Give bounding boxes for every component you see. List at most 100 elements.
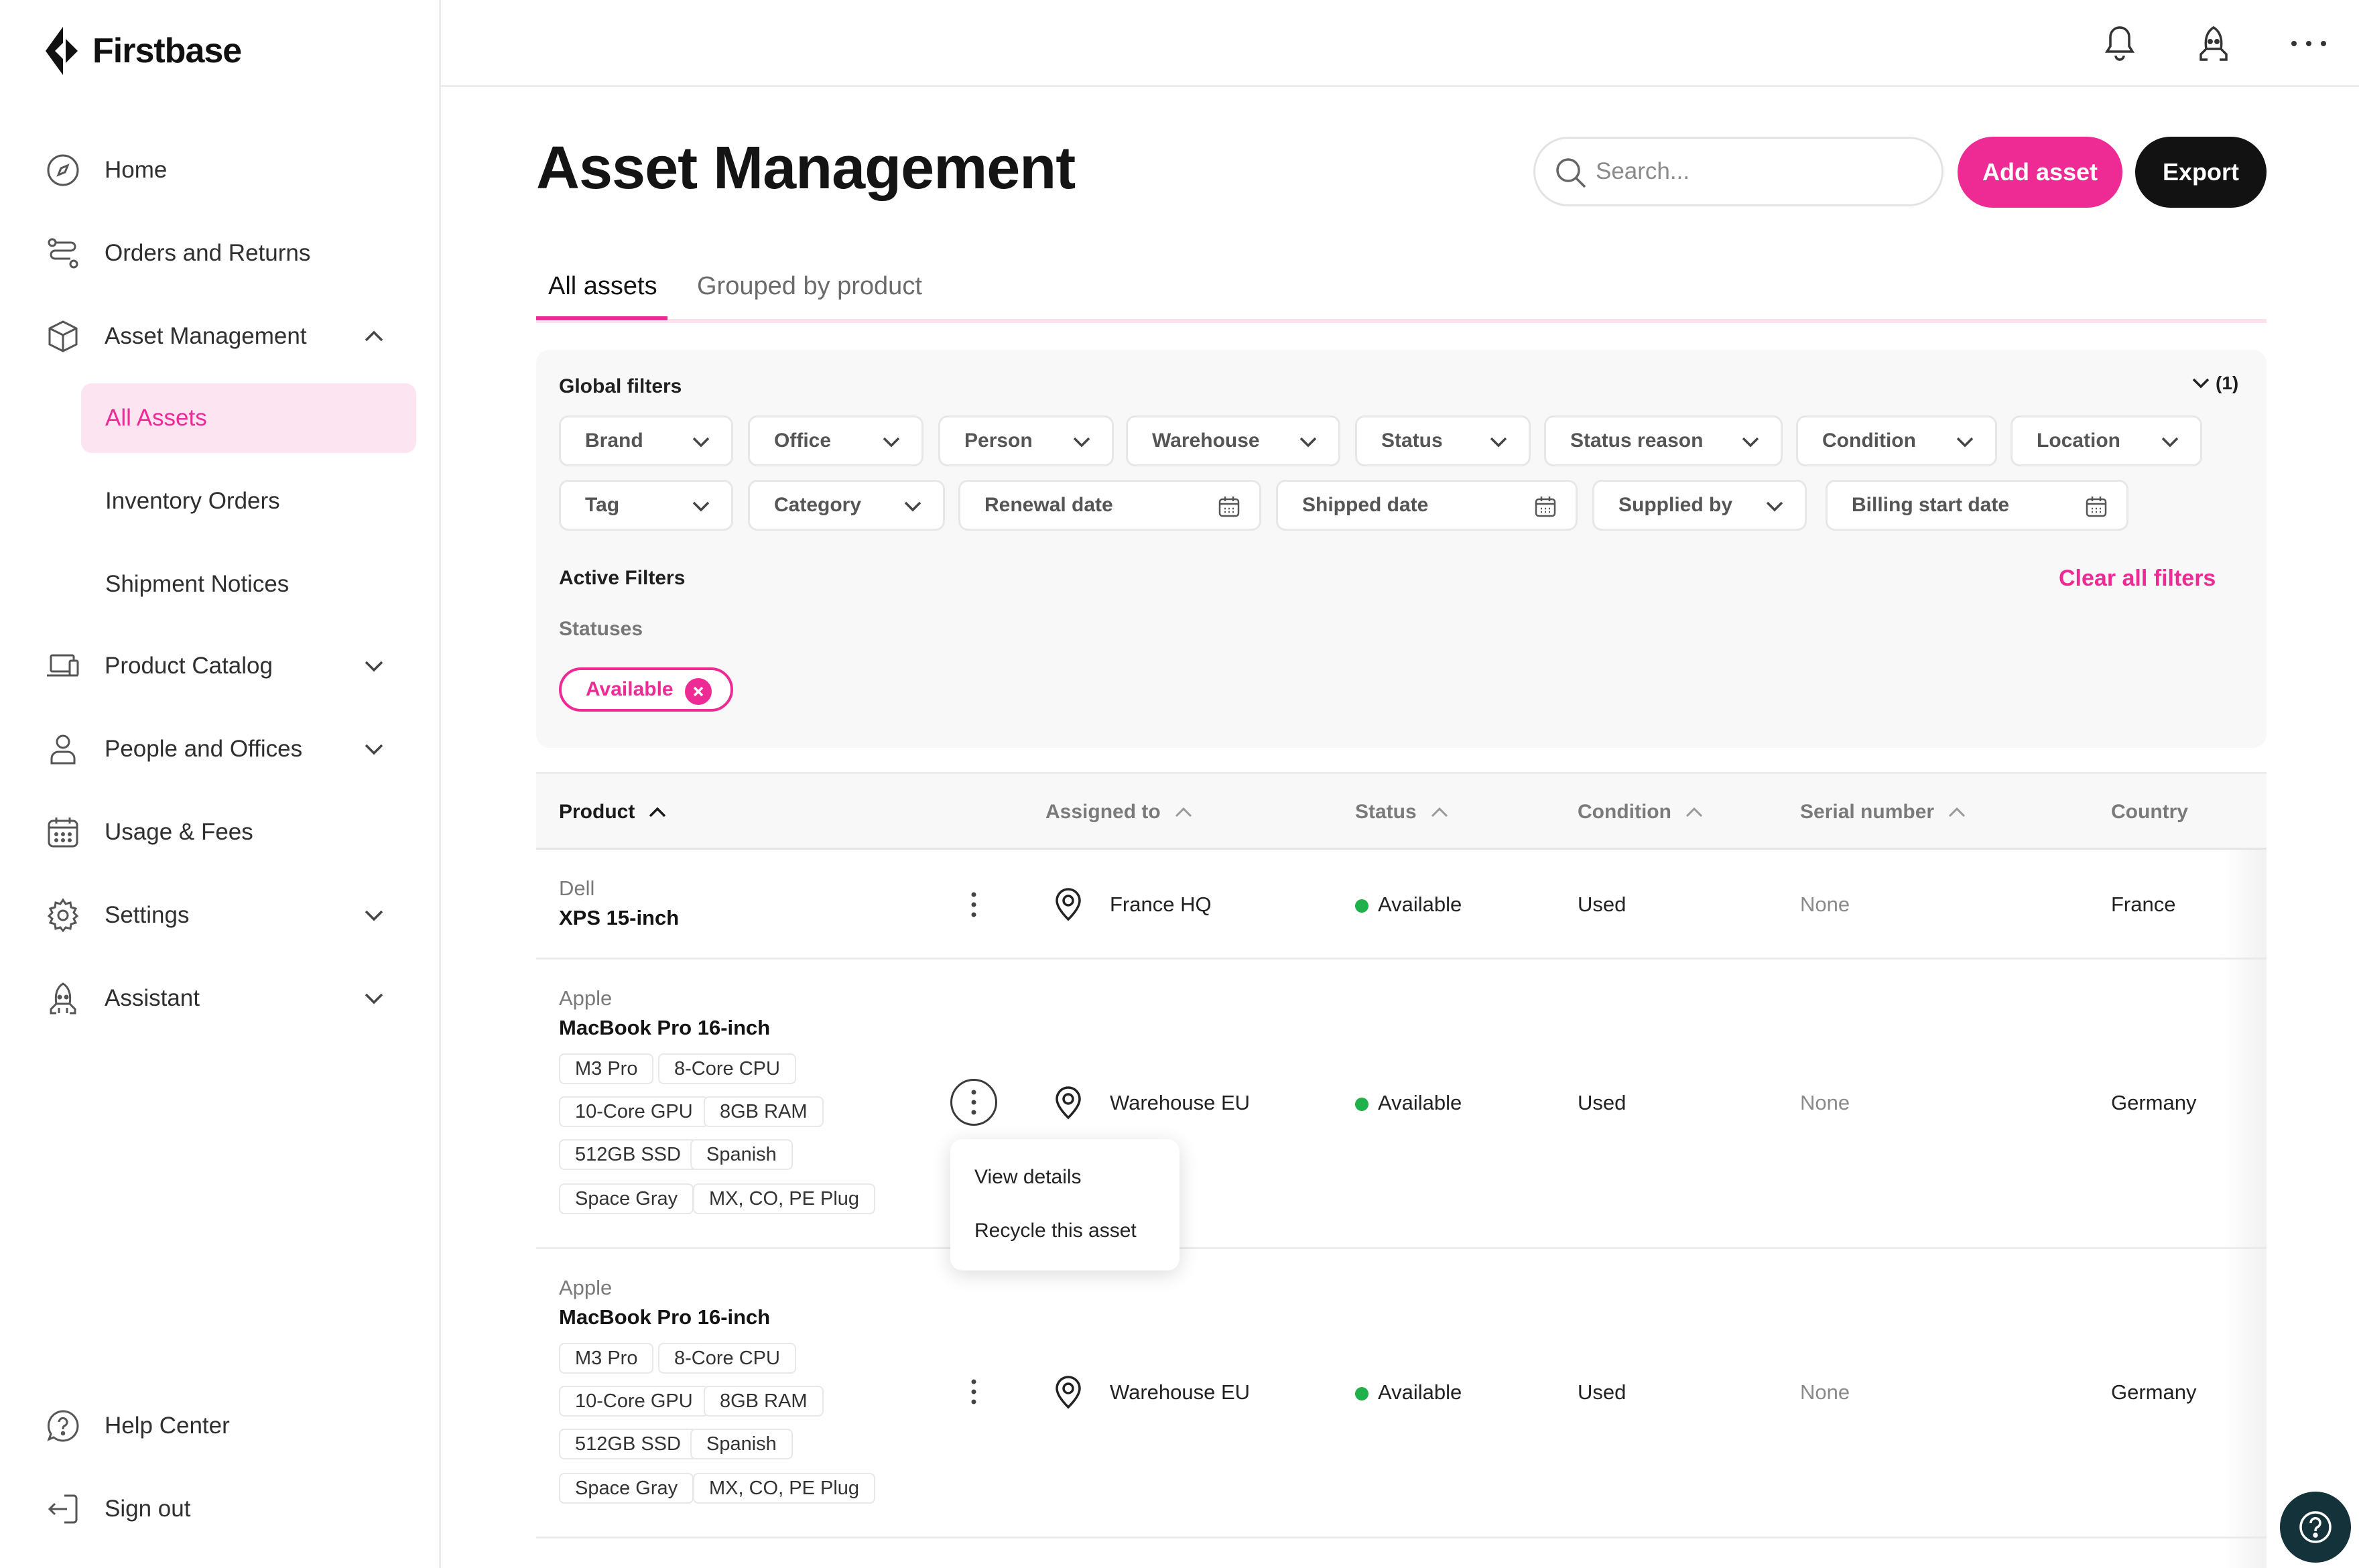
column-header-product[interactable]: Product [559,801,667,824]
row-actions-kebab-icon[interactable] [950,1368,997,1415]
menu-item-recycle-asset[interactable]: Recycle this asset [974,1220,1137,1242]
sidebar-subitem-inventory-orders[interactable]: Inventory Orders [81,466,416,536]
column-header-country[interactable]: Country [2111,801,2188,824]
column-header-assigned-to[interactable]: Assigned to [1045,801,1193,824]
filter-shipped-date-picker[interactable]: Shipped date [1276,480,1578,531]
table-row[interactable]: Apple MacBook Pro 16-inch M3 Pro 8-Core … [536,1249,2267,1539]
sidebar-item-product-catalog[interactable]: Product Catalog [0,633,441,700]
more-options-icon[interactable] [2285,20,2332,67]
filter-label: Status reason [1570,430,1704,452]
column-label: Product [559,801,635,823]
sidebar-item-usage-fees[interactable]: Usage & Fees [0,799,441,866]
export-button[interactable]: Export [2135,137,2267,208]
firstbase-logo[interactable]: Firstbase [43,25,242,76]
help-chat-button[interactable] [2280,1492,2351,1563]
filter-status-dropdown[interactable]: Status [1355,415,1531,466]
tab-grouped-by-product[interactable]: Grouped by product [697,272,922,320]
sidebar-item-settings[interactable]: Settings [0,882,441,949]
chevron-down-icon [690,495,712,518]
filter-brand-dropdown[interactable]: Brand [559,415,733,466]
chevron-down-icon [1954,431,1976,454]
country: France [2111,893,2176,916]
search-input[interactable] [1596,158,1917,185]
spec-tag: 10-Core GPU [559,1096,709,1127]
status-dot-icon [1355,899,1368,913]
firstbase-logo-icon [46,27,78,75]
sidebar-item-sign-out[interactable]: Sign out [0,1476,441,1543]
column-label: Serial number [1800,801,1935,823]
status-dot-icon [1355,1097,1368,1111]
filter-condition-dropdown[interactable]: Condition [1796,415,1997,466]
spec-tag: 8GB RAM [704,1096,824,1127]
filter-person-dropdown[interactable]: Person [938,415,1114,466]
filter-office-dropdown[interactable]: Office [748,415,923,466]
chevron-down-icon[interactable] [358,650,390,682]
clear-all-filters-link[interactable]: Clear all filters [2059,566,2216,592]
sidebar-item-home[interactable]: Home [0,137,441,204]
box-icon [44,318,82,355]
active-filters-label: Active Filters [559,567,686,589]
help-icon [2299,1511,2332,1543]
chevron-up-icon[interactable] [358,320,390,352]
filter-status-reason-dropdown[interactable]: Status reason [1544,415,1783,466]
statuses-label: Statuses [559,618,643,640]
laptop-icon [44,647,82,685]
spec-tag: 8GB RAM [704,1386,824,1417]
column-header-serial-number[interactable]: Serial number [1800,801,1966,824]
table-row[interactable]: Dell XPS 15-inch France HQ Available Use… [536,850,2267,960]
sidebar-subitem-all-assets[interactable]: All Assets [81,383,416,453]
status-text: Available [1378,1380,1462,1404]
sidebar-subitem-shipment-notices[interactable]: Shipment Notices [81,549,416,619]
row-actions-kebab-icon[interactable] [950,881,997,928]
sidebar-item-assistant[interactable]: Assistant [0,965,441,1032]
filter-label: Status [1381,430,1443,452]
filter-tag-dropdown[interactable]: Tag [559,480,733,531]
country: Germany [2111,1091,2197,1114]
filter-renewal-date-picker[interactable]: Renewal date [958,480,1261,531]
chevron-down-icon[interactable] [358,733,390,765]
filter-label: Condition [1822,430,1916,452]
assistant-robot-icon[interactable] [2190,20,2237,67]
chevron-down-icon [1739,431,1762,454]
chevron-down-icon[interactable] [358,982,390,1015]
chevron-down-icon[interactable] [358,899,390,931]
sort-icon [1431,807,1448,818]
search-field[interactable] [1533,137,1943,206]
horizontal-scroll-shadow [2224,850,2267,1568]
sidebar-item-label: People and Offices [105,736,303,762]
filter-supplied-by-dropdown[interactable]: Supplied by [1592,480,1807,531]
add-asset-button[interactable]: Add asset [1958,137,2122,208]
chevron-down-icon [1487,431,1510,454]
filter-warehouse-dropdown[interactable]: Warehouse [1126,415,1340,466]
sidebar-item-label: Product Catalog [105,653,273,679]
sidebar-item-asset-management[interactable]: Asset Management [0,303,441,370]
filter-category-dropdown[interactable]: Category [748,480,945,531]
sidebar-item-label: Help Center [105,1413,230,1439]
tab-all-assets[interactable]: All assets [548,272,657,320]
location-pin-icon [1056,1376,1081,1409]
filter-billing-start-date-picker[interactable]: Billing start date [1826,480,2128,531]
menu-item-view-details[interactable]: View details [974,1166,1082,1189]
column-header-status[interactable]: Status [1355,801,1449,824]
sidebar-item-people-offices[interactable]: People and Offices [0,716,441,783]
sidebar-item-label: Sign out [105,1496,191,1522]
chevron-down-icon [1070,431,1093,454]
product-brand: Dell [559,876,595,900]
filter-label: Person [964,430,1033,452]
calendar-icon [1534,495,1557,518]
product-name: MacBook Pro 16-inch [559,1016,771,1039]
sidebar-item-help-center[interactable]: Help Center [0,1392,441,1459]
table-header: Product Assigned to Status Condition Ser… [536,772,2267,850]
row-actions-kebab-icon[interactable] [950,1079,997,1126]
bell-icon[interactable] [2096,20,2143,67]
filter-location-dropdown[interactable]: Location [2011,415,2202,466]
column-header-condition[interactable]: Condition [1578,801,1704,824]
sidebar-item-orders[interactable]: Orders and Returns [0,220,441,287]
close-icon[interactable] [685,678,712,705]
condition: Used [1578,1091,1627,1114]
table-row[interactable]: Apple MacBook Pro 16-inch M3 Pro 8-Core … [536,960,2267,1249]
spec-tag: 8-Core CPU [658,1343,796,1374]
chevron-down-icon [1763,495,1786,518]
filters-collapse-toggle[interactable]: (1) [2191,373,2238,394]
gear-icon [44,897,82,934]
